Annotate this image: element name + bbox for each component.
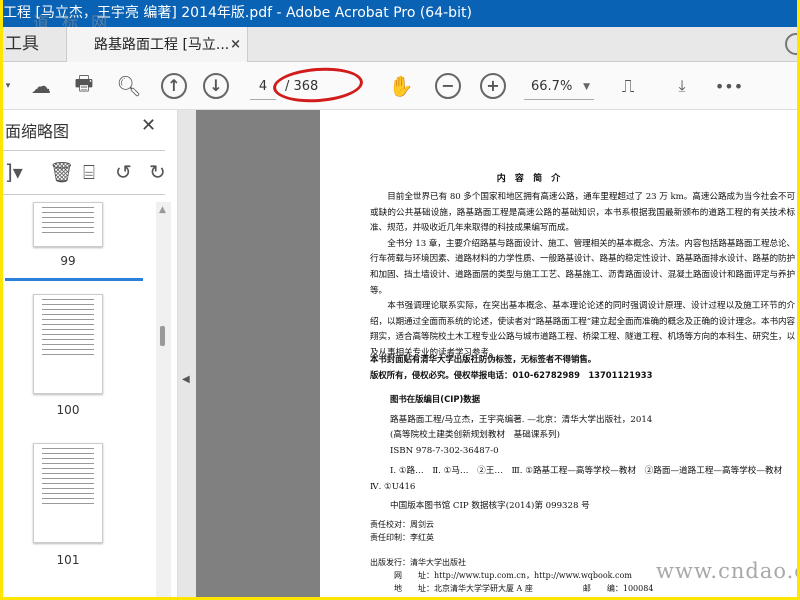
- rotate-left-icon[interactable]: ↺: [115, 160, 132, 184]
- thumbnail-label: 101: [56, 553, 80, 567]
- next-page-icon[interactable]: ↓: [203, 73, 229, 99]
- print-manager: 责任印制：李红英: [370, 533, 434, 542]
- cip-line: ISBN 978-7-302-36487-0: [390, 445, 499, 456]
- scroll-mode-icon[interactable]: ⤓: [669, 73, 695, 99]
- tab-bar: 工具 路基路面工程 [马立... ×: [3, 27, 797, 62]
- thumbnail-label: 100: [56, 403, 80, 417]
- anti-counterfeit-notice: 本书封面贴有清华大学出版社防伪标签，无标签者不得销售。: [370, 354, 597, 364]
- page-heading: 内 容 简 介: [496, 174, 564, 184]
- zoom-in-icon[interactable]: +: [480, 73, 506, 99]
- extract-page-icon[interactable]: ⌸: [83, 160, 95, 184]
- divider: [3, 150, 165, 151]
- divider: [3, 194, 165, 195]
- toolbar: ▾ ☁ 🖶 🔍︎ ↑ ↓ 4 / 368 ✋ − + 66.7% ▼ ⎍ ⤓ ••…: [3, 62, 797, 110]
- tab-document[interactable]: 路基路面工程 [马立... ×: [66, 27, 248, 62]
- rights-notice: 版权所有，侵权必究。侵权举报电话：010-62782989 1370112193…: [370, 369, 653, 380]
- title-bar: 工程 [马立杰，王宇亮 编著] 2014年版.pdf - Adobe Acrob…: [3, 0, 797, 32]
- hand-tool-icon[interactable]: ✋: [388, 73, 414, 99]
- thumbnail-page-100[interactable]: [33, 294, 103, 394]
- chevron-down-icon: ▼: [583, 82, 590, 92]
- cip-number: 中国版本图书馆 CIP 数据核字(2014)第 099328 号: [390, 500, 590, 511]
- zoom-search-icon[interactable]: 🔍︎: [116, 73, 142, 99]
- panel-title: 面缩略图: [5, 122, 70, 141]
- more-options-icon[interactable]: •••: [715, 73, 743, 99]
- cloud-upload-icon[interactable]: ☁: [28, 73, 54, 99]
- credits: 责任校对：周剑云 责任印制：李红英 出版发行：清华大学出版社 网 址：http:…: [370, 518, 797, 595]
- thumbnail-page-99[interactable]: [33, 202, 103, 247]
- rotate-right-icon[interactable]: ↻: [149, 160, 166, 184]
- close-tab-icon[interactable]: ×: [230, 27, 241, 63]
- thumbnail-label: 99: [60, 254, 76, 268]
- site-watermark: www.cndao.com: [656, 559, 797, 583]
- cip-title: 图书在版编目(CIP)数据: [390, 394, 481, 404]
- collapse-panel-handle[interactable]: ◀: [178, 110, 196, 597]
- close-panel-icon[interactable]: ✕: [141, 115, 156, 136]
- tab-tools[interactable]: 工具: [3, 27, 65, 62]
- current-page-indicator: [5, 278, 143, 281]
- collapse-arrow-icon: ◀: [182, 374, 190, 385]
- dropdown-arrow-icon[interactable]: ▾: [3, 73, 21, 99]
- thumbnail-toolbar: ]▾ 🗑 ⌸ ↺ ↻: [3, 152, 173, 194]
- address-text: 地 址：北京清华大学学研大厦 A 座: [394, 584, 533, 593]
- zoom-level-value: 66.7%: [531, 79, 573, 94]
- red-annotation-ellipse: [271, 64, 365, 106]
- fit-page-icon[interactable]: ⎍: [615, 73, 641, 99]
- address: 地 址：北京清华大学学研大厦 A 座 邮 编：100084: [370, 582, 797, 595]
- thumbnail-scrollbar[interactable]: ▲: [156, 202, 171, 597]
- zoom-out-icon[interactable]: −: [435, 73, 461, 99]
- zoom-level-select[interactable]: 66.7% ▼: [524, 74, 594, 100]
- proofreader: 责任校对：周剑云: [370, 520, 434, 529]
- cip-block: 图书在版编目(CIP)数据 路基路面工程/马立杰，王宇亮编著. —北京：清华大学…: [370, 392, 795, 514]
- page-thumbnails-panel: 面缩略图 ✕ ]▾ 🗑 ⌸ ↺ ↻ 99 100 101 ▲: [3, 110, 178, 597]
- thumbnail-page-101[interactable]: [33, 443, 103, 543]
- tab-document-label: 路基路面工程 [马立...: [94, 37, 230, 53]
- pdf-page: 内 容 简 介 目前全世界已有 80 多个国家和地区拥有高速公路，通车里程超过了…: [320, 110, 797, 597]
- print-icon[interactable]: 🖶: [71, 71, 97, 99]
- document-background: [196, 110, 320, 597]
- paragraph: 目前全世界已有 80 多个国家和地区拥有高速公路，通车里程超过了 23 万 km…: [370, 192, 795, 234]
- scroll-up-icon[interactable]: ▲: [159, 205, 166, 215]
- acrobat-window: 工程 [马立杰，王宇亮 编著] 2014年版.pdf - Adobe Acrob…: [3, 0, 797, 597]
- scrollbar-thumb[interactable]: [160, 326, 165, 346]
- copyright-notice: 本书封面贴有清华大学出版社防伪标签，无标签者不得销售。 版权所有，侵权必究。侵权…: [370, 352, 797, 383]
- delete-icon[interactable]: 🗑: [49, 160, 74, 184]
- cip-line: 路基路面工程/马立杰，王宇亮编著. —北京：清华大学出版社，2014: [390, 414, 653, 425]
- intro-text: 目前全世界已有 80 多个国家和地区拥有高速公路，通车里程超过了 23 万 km…: [370, 190, 795, 362]
- paragraph: 全书分 13 章，主要介绍路基与路面设计、施工、管理相关的基本概念、方法。内容包…: [370, 238, 795, 296]
- previous-page-icon[interactable]: ↑: [161, 73, 187, 99]
- options-dropdown-icon[interactable]: ]▾: [5, 160, 23, 184]
- postcode: 邮 编：100084: [582, 584, 654, 593]
- cip-line: (高等院校土建类创新规划教材 基础课系列): [390, 430, 560, 441]
- classification-line: Ⅰ. ①路… Ⅱ. ①马… ②王… Ⅲ. ①路基工程—高等学校—教材 ②路面—道…: [370, 466, 791, 492]
- help-icon[interactable]: [785, 33, 797, 55]
